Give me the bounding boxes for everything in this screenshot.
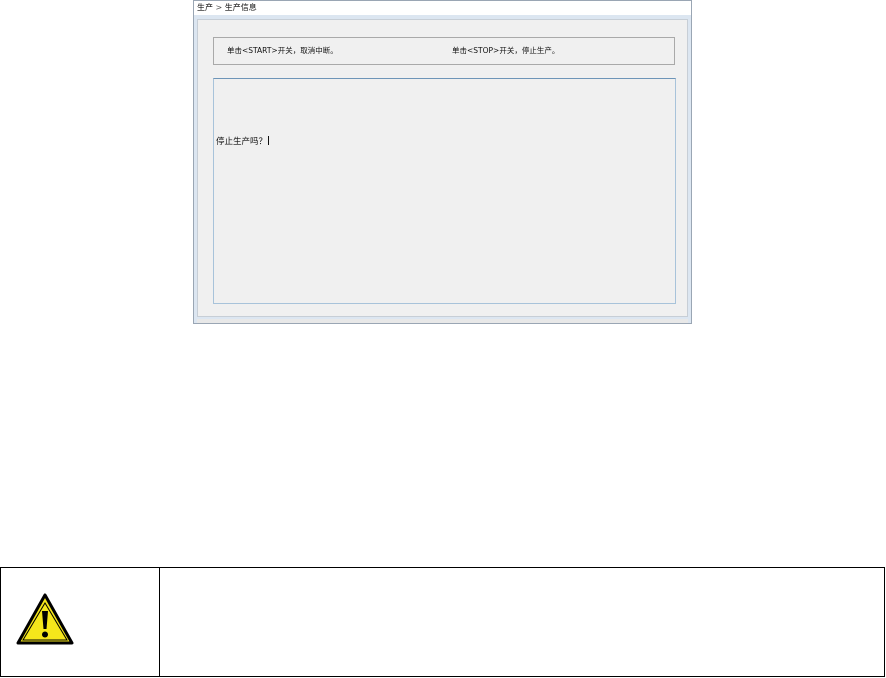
title-bar: 生产 > 生产信息 (194, 1, 691, 15)
breadcrumb-root[interactable]: 生产 (197, 3, 213, 12)
stop-production-prompt: 停止生产吗？ (216, 135, 270, 147)
page: 生产 > 生产信息 单击<START>开关，取消中断。 单击<STOP>开关，停… (0, 0, 886, 678)
production-info-window: 生产 > 生产信息 单击<START>开关，取消中断。 单击<STOP>开关，停… (193, 0, 692, 324)
breadcrumb-current: 生产信息 (224, 3, 257, 12)
prompt-text: 停止生产吗？ (216, 137, 268, 147)
status-bar (197, 319, 688, 323)
warning-text-cell (160, 568, 884, 676)
warning-triangle-icon (16, 593, 74, 645)
hint-bar: 单击<START>开关，取消中断。 单击<STOP>开关，停止生产。 (213, 37, 675, 65)
start-switch-hint: 单击<START>开关，取消中断。 (227, 46, 338, 55)
stop-switch-hint: 单击<STOP>开关，停止生产。 (452, 46, 560, 55)
warning-icon-cell (1, 568, 160, 676)
breadcrumb-separator: > (215, 3, 223, 12)
message-panel: 停止生产吗？ (213, 78, 676, 304)
window-client-area: 单击<START>开关，取消中断。 单击<STOP>开关，停止生产。 停止生产吗… (197, 19, 688, 317)
text-caret (268, 136, 270, 145)
warning-notice (0, 567, 885, 677)
